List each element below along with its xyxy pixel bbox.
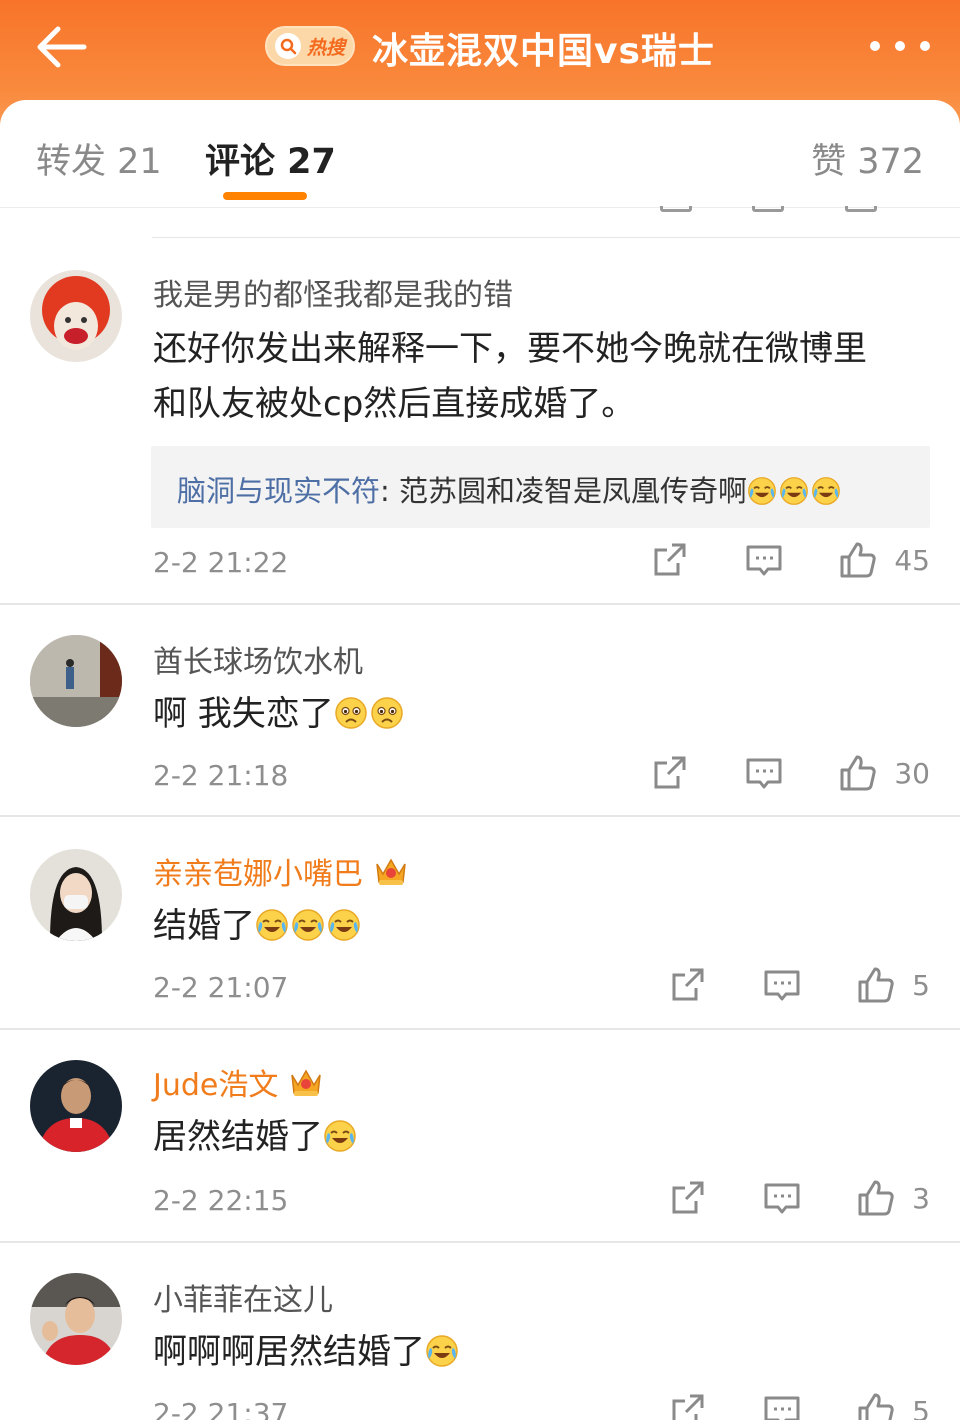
back-button[interactable] bbox=[30, 22, 94, 72]
reply-icon bbox=[762, 1178, 802, 1218]
comment-time: 2-2 21:37 bbox=[153, 1397, 289, 1420]
tab-comment[interactable]: 评论 27 bbox=[205, 133, 336, 184]
comment-actions: 5 bbox=[668, 965, 930, 1005]
laugh-cry-emoji bbox=[327, 904, 361, 938]
avatar[interactable] bbox=[30, 849, 122, 941]
share-button[interactable] bbox=[668, 1178, 708, 1218]
reply-text: : 范苏圆和凌智是凤凰传奇啊 bbox=[380, 474, 748, 508]
comment-time: 2-2 21:07 bbox=[153, 971, 289, 1004]
share-icon bbox=[668, 1391, 708, 1420]
comment-actions: 30 bbox=[650, 753, 930, 793]
avatar[interactable] bbox=[30, 1060, 122, 1152]
search-icon bbox=[275, 33, 301, 59]
like-count: 5 bbox=[912, 1394, 930, 1420]
share-button[interactable] bbox=[668, 965, 708, 1005]
share-button[interactable] bbox=[668, 1391, 708, 1420]
like-button[interactable]: 5 bbox=[856, 1391, 930, 1420]
reply-icon bbox=[744, 540, 784, 580]
comment-text: 啊啊啊居然结婚了 bbox=[153, 1325, 930, 1380]
avatar[interactable] bbox=[30, 635, 122, 727]
share-button[interactable] bbox=[650, 540, 690, 580]
tab-bar: 转发 21 评论 27 赞 372 bbox=[0, 100, 960, 208]
reply-button[interactable] bbox=[762, 965, 802, 1005]
laugh-cry-emoji bbox=[255, 904, 289, 938]
avatar[interactable] bbox=[30, 1273, 122, 1365]
tab-active-indicator bbox=[223, 192, 307, 200]
sad-emoji bbox=[370, 692, 404, 726]
crown-icon bbox=[288, 1065, 324, 1099]
reply-button[interactable] bbox=[762, 1178, 802, 1218]
comment-actions: 45 bbox=[650, 540, 930, 580]
crown-icon bbox=[373, 854, 409, 888]
share-button[interactable] bbox=[650, 753, 690, 793]
comment-username[interactable]: 酋长球场饮水机 bbox=[153, 637, 930, 681]
share-icon bbox=[668, 965, 708, 1005]
reply-icon bbox=[762, 965, 802, 1005]
reply-button[interactable] bbox=[762, 1391, 802, 1420]
previous-comment-actions-clipped bbox=[0, 206, 960, 216]
comment-text: 啊 我失恋了 bbox=[153, 687, 930, 742]
sad-emoji bbox=[334, 692, 368, 726]
share-icon bbox=[650, 540, 690, 580]
tab-like[interactable]: 赞 372 bbox=[811, 133, 924, 184]
like-icon bbox=[856, 965, 896, 1005]
reply-icon bbox=[744, 753, 784, 793]
tab-repost[interactable]: 转发 21 bbox=[36, 133, 162, 184]
comment-username[interactable]: 亲亲苞娜小嘴巴 bbox=[153, 849, 930, 893]
comment-item: 酋长球场饮水机 啊 我失恋了 2-2 21:18 30 bbox=[0, 604, 960, 816]
comment-text: 还好你发出来解释一下，要不她今晚就在微博里 和队友被处cp然后直接成婚了。 bbox=[153, 329, 867, 424]
like-button[interactable]: 3 bbox=[856, 1178, 930, 1218]
comment-item: 亲亲苞娜小嘴巴 结婚了 2-2 21:07 5 bbox=[0, 816, 960, 1029]
like-count: 30 bbox=[894, 756, 930, 790]
reply-button[interactable] bbox=[744, 540, 784, 580]
avatar[interactable] bbox=[30, 270, 122, 362]
comment-username[interactable]: Jude浩文 bbox=[153, 1060, 930, 1104]
comment-username[interactable]: 我是男的都怪我都是我的错 bbox=[153, 270, 930, 314]
laugh-cry-emoji bbox=[425, 1330, 459, 1364]
like-count: 45 bbox=[894, 543, 930, 577]
back-arrow-icon bbox=[37, 26, 87, 68]
reply-username[interactable]: 脑洞与现实不符 bbox=[177, 474, 380, 508]
hot-badge-label: 热搜 bbox=[307, 36, 346, 59]
like-icon bbox=[856, 1178, 896, 1218]
like-count: 3 bbox=[912, 1181, 930, 1215]
comment-text: 居然结婚了 bbox=[153, 1110, 930, 1165]
reply-preview[interactable]: 脑洞与现实不符: 范苏圆和凌智是凤凰传奇啊 bbox=[151, 446, 930, 528]
comment-time: 2-2 22:15 bbox=[153, 1184, 289, 1217]
share-icon bbox=[650, 753, 690, 793]
like-button[interactable]: 30 bbox=[838, 753, 930, 793]
laugh-cry-emoji bbox=[323, 1115, 357, 1149]
comment-actions: 5 bbox=[668, 1391, 930, 1420]
laugh-cry-emoji bbox=[747, 476, 777, 506]
comment-text: 结婚了 bbox=[153, 899, 930, 954]
topic-title: 冰壶混双中国vs瑞士 bbox=[372, 31, 715, 72]
like-icon bbox=[838, 753, 878, 793]
hot-search-badge[interactable]: 热搜 bbox=[265, 26, 355, 66]
laugh-cry-emoji bbox=[291, 904, 325, 938]
more-icon bbox=[870, 41, 880, 51]
comment-item: Jude浩文 居然结婚了 2-2 22:15 3 bbox=[0, 1029, 960, 1242]
more-button[interactable] bbox=[870, 30, 930, 62]
comment-actions: 3 bbox=[668, 1178, 930, 1218]
reply-icon bbox=[762, 1391, 802, 1420]
comment-item: 我是男的都怪我都是我的错 还好你发出来解释一下，要不她今晚就在微博里 和队友被处… bbox=[0, 238, 960, 604]
share-icon bbox=[668, 1178, 708, 1218]
like-icon bbox=[838, 540, 878, 580]
reply-button[interactable] bbox=[744, 753, 784, 793]
like-icon bbox=[856, 1391, 896, 1420]
like-count: 5 bbox=[912, 968, 930, 1002]
comment-item: 小菲菲在这儿 啊啊啊居然结婚了 2-2 21:37 5 bbox=[0, 1242, 960, 1420]
like-button[interactable]: 5 bbox=[856, 965, 930, 1005]
laugh-cry-emoji bbox=[811, 476, 841, 506]
comment-time: 2-2 21:22 bbox=[153, 546, 289, 579]
comment-username[interactable]: 小菲菲在这儿 bbox=[153, 1275, 930, 1319]
laugh-cry-emoji bbox=[779, 476, 809, 506]
comment-time: 2-2 21:18 bbox=[153, 759, 289, 792]
like-button[interactable]: 45 bbox=[838, 540, 930, 580]
